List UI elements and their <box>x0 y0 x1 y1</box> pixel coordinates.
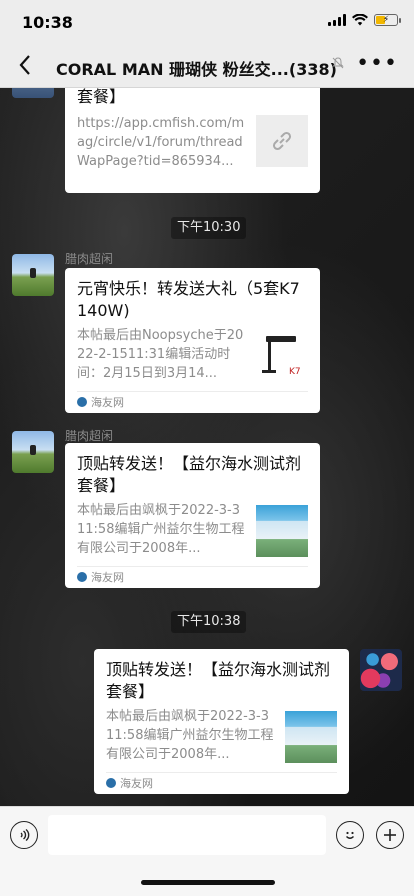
article-thumbnail <box>285 711 337 763</box>
nav-bar: CORAL MAN 珊瑚侠 粉丝交...(338) ••• <box>0 44 414 88</box>
avatar[interactable] <box>12 254 54 296</box>
avatar[interactable] <box>360 649 402 691</box>
link-card[interactable]: 顶贴转发送！【益尔海水测试剂套餐】 https://app.cmfish.com… <box>65 88 320 193</box>
source-logo-icon <box>106 778 116 788</box>
card-source: 海友网 <box>106 772 337 794</box>
card-source: 海友网 <box>77 566 308 588</box>
timestamp: 下午10:38 <box>171 611 247 633</box>
card-title: 顶贴转发送！【益尔海水测试剂套餐】 <box>77 454 302 495</box>
link-card[interactable]: 顶贴转发送！【益尔海水测试剂套餐】 本帖最后由飒枫于2022-3-311:58编… <box>94 649 349 794</box>
svg-text:K7: K7 <box>289 367 301 377</box>
voice-icon <box>20 828 30 842</box>
card-desc: 本帖最后由飒枫于2022-3-311:58编辑广州益尔生物工程有限公司于2008… <box>77 503 245 556</box>
article-thumbnail <box>256 505 308 557</box>
wifi-icon <box>352 14 368 26</box>
link-icon <box>272 131 292 151</box>
voice-button[interactable] <box>10 821 38 849</box>
card-title: 元宵快乐！转发送大礼（5套K7 140W) <box>77 279 300 320</box>
link-thumbnail <box>256 115 308 167</box>
more-button[interactable]: ••• <box>356 51 398 76</box>
link-card[interactable]: 顶贴转发送！【益尔海水测试剂套餐】 本帖最后由飒枫于2022-3-311:58编… <box>65 443 320 588</box>
emoji-button[interactable] <box>336 821 364 849</box>
timestamp: 下午10:30 <box>171 217 247 239</box>
chat-area[interactable]: 顶贴转发送！【益尔海水测试剂套餐】 https://app.cmfish.com… <box>0 88 414 806</box>
card-source: 海友网 <box>77 391 308 413</box>
message-input[interactable] <box>48 815 326 855</box>
bell-slash-icon <box>332 57 344 72</box>
plus-icon <box>384 829 396 841</box>
status-time: 10:38 <box>22 13 73 32</box>
home-indicator[interactable] <box>141 880 275 885</box>
product-thumbnail: K7 <box>256 330 308 382</box>
sender-name: 腊肉超闲 <box>65 429 114 443</box>
card-title: 顶贴转发送！【益尔海水测试剂套餐】 <box>106 660 331 701</box>
card-desc: 本帖最后由飒枫于2022-3-311:58编辑广州益尔生物工程有限公司于2008… <box>106 709 274 762</box>
plus-button[interactable] <box>376 821 404 849</box>
emoji-icon <box>346 831 354 839</box>
source-logo-icon <box>77 572 87 582</box>
card-desc: 本帖最后由Noopsyche于2022-2-1511:31编辑活动时间：2月15… <box>77 328 244 381</box>
avatar[interactable] <box>12 88 54 98</box>
avatar[interactable] <box>12 431 54 473</box>
sender-name: 腊肉超闲 <box>65 252 114 266</box>
cellular-signal-icon <box>328 14 346 26</box>
back-button[interactable] <box>10 50 40 83</box>
status-bar: 10:38 ⚡ <box>0 0 414 44</box>
chevron-left-icon <box>19 55 30 75</box>
status-icons: ⚡ <box>328 14 401 26</box>
battery-icon: ⚡ <box>374 14 401 26</box>
link-card[interactable]: 元宵快乐！转发送大礼（5套K7 140W) 本帖最后由Noopsyche于202… <box>65 268 320 413</box>
card-desc: https://app.cmfish.com/mag/circle/v1/for… <box>77 116 245 169</box>
card-title: 顶贴转发送！【益尔海水测试剂套餐】 <box>77 88 126 106</box>
source-logo-icon <box>77 397 87 407</box>
chat-title[interactable]: CORAL MAN 珊瑚侠 粉丝交...(338) <box>56 56 337 80</box>
